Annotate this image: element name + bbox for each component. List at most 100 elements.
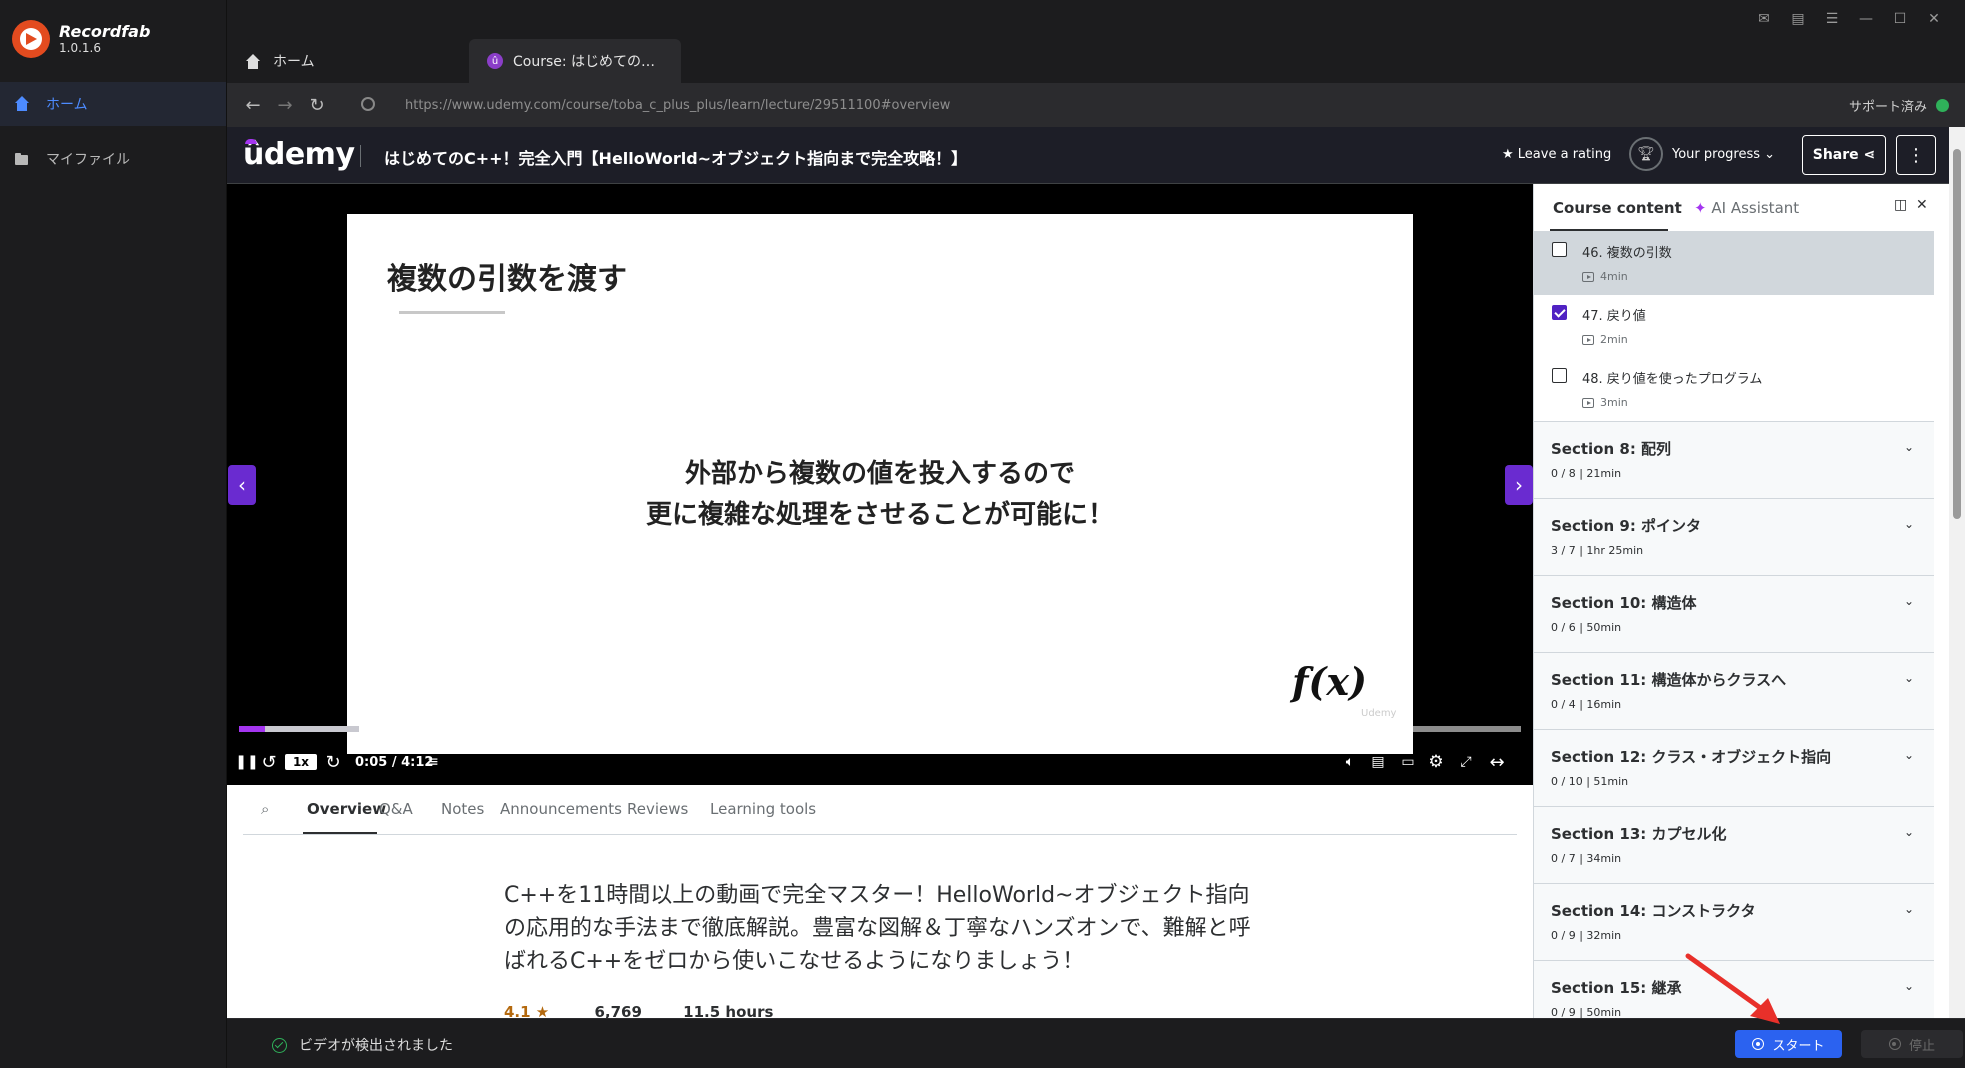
forward-icon[interactable]: ↻: [323, 744, 343, 780]
previous-lecture-button[interactable]: ‹: [228, 465, 256, 505]
sidebar-item-myfiles[interactable]: マイファイル: [0, 137, 226, 181]
lecture-item[interactable]: 46. 複数の引数 4min: [1534, 232, 1934, 295]
chevron-down-icon[interactable]: ⌄: [1904, 979, 1914, 993]
share-button[interactable]: Share ⋖: [1802, 135, 1886, 175]
support-status-dot-icon: [1936, 99, 1949, 112]
menu-icon[interactable]: ☰: [1815, 8, 1849, 30]
section-meta: 0 / 4 | 16min: [1551, 698, 1622, 711]
section-meta: 0 / 9 | 50min: [1551, 1006, 1622, 1018]
your-progress-dropdown[interactable]: Your progress ⌄: [1672, 147, 1775, 162]
stat-rating: 4.1 ★: [504, 1003, 550, 1018]
section-item[interactable]: Section 8: 配列 0 / 8 | 21min ⌄: [1534, 421, 1934, 498]
chevron-down-icon[interactable]: ⌄: [1904, 594, 1914, 608]
time-display: 0:05 / 4:12: [355, 754, 434, 770]
tab-label: ホーム: [273, 54, 315, 70]
playback-speed-button[interactable]: 1x: [283, 744, 319, 780]
lecture-duration-text: 3min: [1600, 396, 1628, 409]
maximize-icon[interactable]: ☐: [1883, 8, 1917, 30]
section-item[interactable]: Section 10: 構造体 0 / 6 | 50min ⌄: [1534, 575, 1934, 652]
next-lecture-button[interactable]: ›: [1505, 465, 1533, 505]
search-icon: [361, 97, 375, 111]
video-player[interactable]: 複数の引数を渡す 外部から複数の値を投入するので 更に複雑な処理をさせることが可…: [227, 184, 1533, 785]
url-field[interactable]: https://www.udemy.com/course/toba_c_plus…: [405, 98, 950, 113]
lecture-duration: 3min: [1582, 396, 1628, 409]
fullscreen-icon[interactable]: ⤢: [1455, 744, 1477, 780]
chevron-down-icon[interactable]: ⌄: [1904, 748, 1914, 762]
close-icon[interactable]: ✕: [1917, 8, 1951, 30]
chevron-down-icon[interactable]: ⌄: [1904, 825, 1914, 839]
volume-icon[interactable]: 🔈︎: [1339, 744, 1361, 780]
chevron-down-icon[interactable]: ⌄: [1904, 517, 1914, 531]
progress-label: Your progress: [1672, 147, 1761, 162]
dock-icon[interactable]: ◫: [1894, 197, 1907, 213]
forward-arrow-icon[interactable]: →: [269, 95, 301, 116]
tab-overview[interactable]: Overview: [307, 800, 386, 818]
seek-progress: [239, 726, 265, 732]
section-item[interactable]: Section 12: クラス・オブジェクト指向 0 / 10 | 51min ⌄: [1534, 729, 1934, 806]
minimize-icon[interactable]: —: [1849, 8, 1883, 30]
search-icon[interactable]: ⌕: [261, 800, 269, 818]
scrollbar-thumb[interactable]: [1953, 149, 1961, 519]
lecture-item[interactable]: 47. 戻り値 2min: [1534, 295, 1934, 358]
tab-qa[interactable]: Q&A: [379, 800, 413, 818]
app-sidebar: Recordfab 1.0.1.6 ホーム マイファイル: [0, 0, 227, 1068]
section-meta: 3 / 7 | 1hr 25min: [1551, 544, 1644, 557]
pause-icon[interactable]: ❚❚: [235, 744, 259, 780]
expand-icon[interactable]: ↔: [1483, 744, 1511, 780]
lecture-duration: 4min: [1582, 270, 1628, 283]
chevron-down-icon[interactable]: ⌄: [1904, 671, 1914, 685]
home-icon: [245, 54, 260, 69]
tab-course-content[interactable]: Course content: [1553, 199, 1682, 217]
captions-icon[interactable]: ▭: [1397, 744, 1419, 780]
window-controls: ✉ ▤ ☰ — ☐ ✕: [1747, 8, 1951, 30]
udemy-logo[interactable]: ûdemy: [243, 137, 355, 172]
tab-notes[interactable]: Notes: [441, 800, 484, 818]
start-button[interactable]: スタート: [1735, 1030, 1842, 1058]
close-panel-icon[interactable]: ✕: [1916, 197, 1928, 213]
section-item[interactable]: Section 9: ポインタ 3 / 7 | 1hr 25min ⌄: [1534, 498, 1934, 575]
chevron-down-icon[interactable]: ⌄: [1904, 440, 1914, 454]
back-arrow-icon[interactable]: ←: [237, 95, 269, 116]
lecture-item[interactable]: 48. 戻り値を使ったプログラム 3min: [1534, 358, 1934, 421]
reload-icon[interactable]: ↻: [301, 95, 333, 116]
tab-label: Course: はじめての…: [513, 54, 656, 70]
tab-home[interactable]: ホーム: [227, 39, 467, 83]
transcript-icon[interactable]: ▤: [1367, 744, 1389, 780]
page-scrollbar[interactable]: [1949, 127, 1965, 1018]
mail-icon[interactable]: ✉: [1747, 8, 1781, 30]
section-item[interactable]: Section 13: カプセル化 0 / 7 | 34min ⌄: [1534, 806, 1934, 883]
sidebar-item-home[interactable]: ホーム: [0, 82, 226, 126]
rewind-icon[interactable]: ↺: [259, 744, 279, 780]
check-circle-icon: [272, 1037, 287, 1053]
slide-body: 外部から複数の値を投入するので 更に複雑な処理をさせることが可能に！: [347, 454, 1413, 536]
lecture-duration-text: 2min: [1600, 333, 1628, 346]
more-options-button[interactable]: ⋮: [1896, 135, 1936, 175]
notes-icon[interactable]: ≡: [423, 744, 443, 780]
chevron-down-icon[interactable]: ⌄: [1904, 902, 1914, 916]
slide-title: 複数の引数を渡す: [387, 262, 627, 297]
tab-announcements[interactable]: Announcements: [500, 800, 622, 818]
lecture-checkbox[interactable]: [1552, 368, 1567, 383]
tab-ai-assistant[interactable]: ✦ AI Assistant: [1694, 199, 1799, 217]
tab-course[interactable]: û Course: はじめての…: [469, 39, 681, 83]
lecture-title: 46. 複数の引数: [1582, 246, 1672, 261]
tab-reviews[interactable]: Reviews: [627, 800, 688, 818]
cart-icon[interactable]: ▤: [1781, 8, 1815, 30]
section-title: Section 10: 構造体: [1551, 594, 1697, 612]
lecture-checkbox[interactable]: [1552, 242, 1567, 257]
section-title: Section 9: ポインタ: [1551, 517, 1702, 535]
annotation-arrow-icon: [1685, 953, 1780, 1024]
trophy-icon[interactable]: 🏆︎: [1629, 137, 1663, 171]
stop-button[interactable]: 停止: [1861, 1030, 1963, 1058]
lecture-checkbox[interactable]: [1552, 305, 1567, 320]
seek-bar[interactable]: [239, 726, 1521, 732]
star-icon: ★: [1502, 147, 1514, 162]
tab-learning-tools[interactable]: Learning tools: [710, 800, 816, 818]
detection-status: ビデオが検出されました: [272, 1035, 453, 1055]
settings-icon[interactable]: ⚙: [1425, 744, 1447, 780]
stat-hours: 11.5 hours: [683, 1003, 774, 1018]
section-title: Section 13: カプセル化: [1551, 825, 1727, 843]
section-item[interactable]: Section 11: 構造体からクラスへ 0 / 4 | 16min ⌄: [1534, 652, 1934, 729]
support-status: サポート済み: [1848, 99, 1927, 115]
leave-rating-link[interactable]: ★ Leave a rating: [1502, 147, 1611, 162]
